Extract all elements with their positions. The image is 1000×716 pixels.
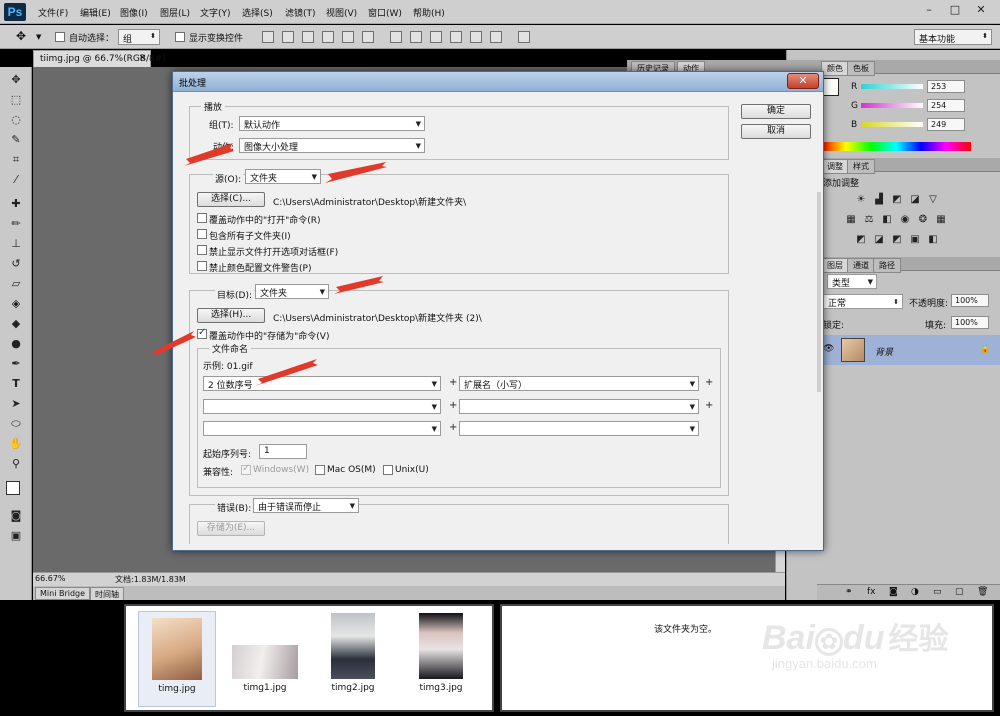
watermark-url: jingyan.baidu.com [772, 656, 877, 671]
thumbnail-image [232, 645, 298, 679]
thumbnail-item[interactable]: timg2.jpg [314, 611, 392, 707]
thumbnail-item[interactable]: timg1.jpg [226, 611, 304, 707]
thumbnail-label: timg.jpg [158, 684, 196, 694]
thumbnail-label: timg2.jpg [331, 683, 375, 693]
annotation-arrows [150, 143, 387, 386]
baidu-jingyan-watermark: Bai ✿ du 经验 jingyan.baidu.com [762, 614, 948, 671]
thumbnail-image [331, 613, 375, 679]
thumbnail-image [152, 618, 202, 680]
watermark-brand: Bai [762, 619, 815, 657]
thumbnail-label: timg1.jpg [243, 683, 287, 693]
thumbnail-label: timg3.jpg [419, 683, 463, 693]
annotation-arrow-icon [150, 143, 387, 386]
thumbnail-image [419, 613, 463, 679]
thumbnail-item[interactable]: timg.jpg [138, 611, 216, 707]
thumbnail-pane: timg.jpg timg1.jpg timg2.jpg timg3.jpg [124, 604, 494, 712]
paw-icon: ✿ [814, 628, 843, 656]
watermark-suffix: 经验 [888, 623, 949, 656]
watermark-brand-2: du [842, 619, 885, 657]
empty-folder-message: 该文件夹为空。 [654, 625, 718, 635]
thumbnail-item[interactable]: timg3.jpg [402, 611, 480, 707]
